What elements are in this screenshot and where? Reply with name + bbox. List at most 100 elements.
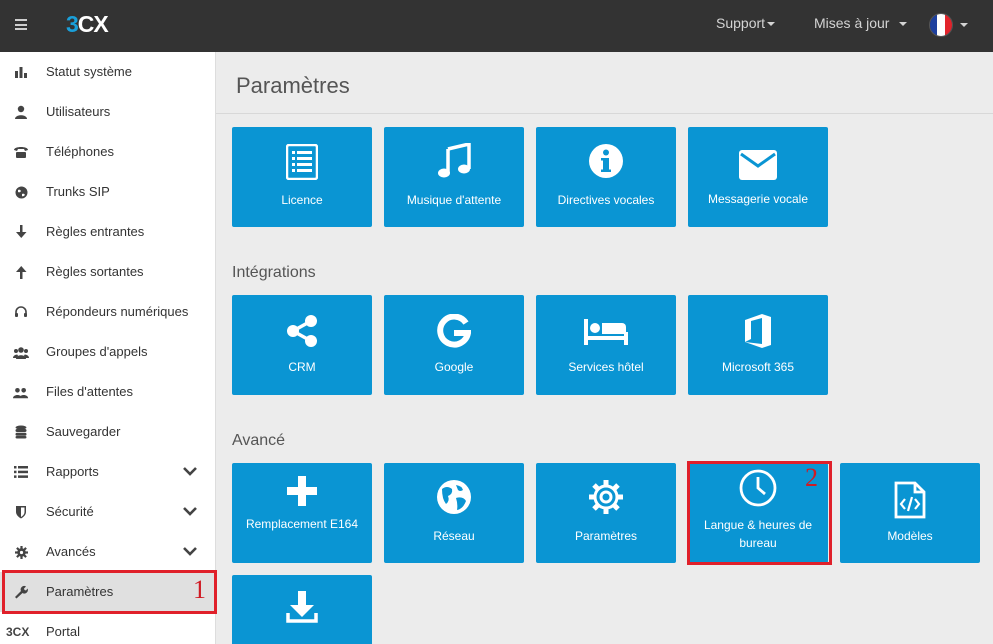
tile-label: Modèles [887, 529, 933, 543]
tile-e164-replacement[interactable]: Remplacement E164 [232, 463, 372, 563]
sidebar-item-label: Répondeurs numériques [46, 304, 189, 319]
user-icon [13, 104, 29, 120]
updates-menu[interactable]: Mises à jour [814, 15, 908, 31]
tile-label: Microsoft 365 [721, 360, 795, 374]
caret-down-icon [899, 22, 908, 27]
arrow-down-icon [13, 224, 29, 240]
envelope-icon [739, 150, 777, 180]
code-file-icon [894, 481, 926, 519]
tile-label: Réseau [433, 529, 475, 543]
info-icon [589, 144, 623, 178]
tile-voice-prompts[interactable]: Directives vocales [536, 127, 676, 227]
office-icon [745, 314, 771, 348]
caret-down-icon [767, 22, 776, 27]
music-icon [438, 143, 471, 178]
divider [216, 113, 993, 114]
arrow-up-icon [13, 264, 29, 280]
sidebar-item-label: Sécurité [46, 504, 94, 519]
list-icon [13, 464, 29, 480]
earth-icon [437, 480, 471, 514]
plus-icon [287, 476, 317, 506]
main-content: Paramètres Licence Musique d'attente Dir… [216, 52, 993, 644]
sidebar-item-call-queues[interactable]: Files d'attentes [0, 372, 215, 412]
headset-icon [13, 304, 29, 320]
tile-network[interactable]: Réseau [384, 463, 524, 563]
license-list-icon [286, 144, 318, 180]
tile-license[interactable]: Licence [232, 127, 372, 227]
sidebar-item-label: Règles entrantes [46, 224, 145, 239]
tile-label: Google [434, 360, 474, 374]
sidebar-item-sip-trunks[interactable]: Trunks SIP [0, 172, 215, 212]
sidebar-item-label: Téléphones [46, 144, 114, 159]
support-menu[interactable]: Support [716, 15, 776, 31]
sidebar-item-phones[interactable]: Téléphones [0, 132, 215, 172]
sidebar-item-label: Sauvegarder [46, 424, 121, 439]
annotation-marker-1: 1 [193, 575, 206, 604]
tile-label: Remplacement E164 [245, 517, 359, 531]
chevron-down-icon[interactable] [183, 544, 197, 558]
group-icon [13, 344, 29, 360]
tile-hotel-services[interactable]: Services hôtel [536, 295, 676, 395]
google-icon [437, 314, 471, 348]
sidebar-item-advanced[interactable]: Avancés [0, 532, 215, 572]
annotation-highlight-1 [2, 570, 217, 614]
page-title: Paramètres [236, 73, 350, 98]
language-flag-icon[interactable] [929, 13, 953, 37]
sidebar-item-label: Trunks SIP [46, 184, 110, 199]
gear-icon [13, 544, 29, 560]
tile-voicemail[interactable]: Messagerie vocale [688, 127, 828, 227]
caret-down-icon[interactable] [960, 23, 968, 27]
users-icon [13, 384, 29, 400]
menu-icon[interactable] [15, 19, 27, 30]
bed-icon [584, 319, 628, 345]
tile-music-on-hold[interactable]: Musique d'attente [384, 127, 524, 227]
sidebar-item-label: Statut système [46, 64, 132, 79]
bar-chart-icon [13, 64, 29, 80]
sidebar-item-label: Avancés [46, 544, 96, 559]
tile-label: Licence [281, 193, 323, 207]
sidebar-item-label: Files d'attentes [46, 384, 134, 399]
tile-google[interactable]: Google [384, 295, 524, 395]
sidebar-item-label: Utilisateurs [46, 104, 111, 119]
chevron-down-icon[interactable] [183, 504, 197, 518]
tile-download[interactable] [232, 575, 372, 644]
sidebar-item-ring-groups[interactable]: Groupes d'appels [0, 332, 215, 372]
sidebar-item-inbound-rules[interactable]: Règles entrantes [0, 212, 215, 252]
sidebar-item-label: Rapports [46, 464, 99, 479]
download-icon [286, 591, 318, 623]
annotation-marker-2: 2 [805, 463, 818, 492]
section-title-integrations: Intégrations [232, 264, 316, 281]
globe-icon [13, 184, 29, 200]
cog-icon [589, 480, 623, 514]
tile-microsoft-365[interactable]: Microsoft 365 [688, 295, 828, 395]
sidebar-item-digital-receptionists[interactable]: Répondeurs numériques [0, 292, 215, 332]
tile-crm[interactable]: CRM [232, 295, 372, 395]
tile-templates[interactable]: Modèles [840, 463, 980, 563]
share-icon [287, 315, 317, 347]
sidebar-item-security[interactable]: Sécurité [0, 492, 215, 532]
sidebar-item-label: Portal [46, 624, 80, 639]
sidebar: Statut système Utilisateurs Téléphones T… [0, 52, 216, 644]
sidebar-item-outbound-rules[interactable]: Règles sortantes [0, 252, 215, 292]
sidebar-item-label: Règles sortantes [46, 264, 144, 279]
3cx-icon: 3CX [6, 625, 30, 639]
shield-icon [13, 504, 29, 520]
phone-icon [13, 144, 29, 160]
section-title-advanced: Avancé [232, 432, 286, 449]
sidebar-item-reports[interactable]: Rapports [0, 452, 215, 492]
database-icon [13, 424, 29, 440]
sidebar-item-backup[interactable]: Sauvegarder [0, 412, 215, 452]
sidebar-item-portal[interactable]: 3CX Portal [0, 612, 215, 644]
tile-label: Directives vocales [557, 193, 655, 207]
tile-label: Musique d'attente [406, 193, 502, 207]
tile-label: Services hôtel [568, 360, 644, 374]
tile-label: CRM [288, 360, 316, 374]
tile-label: Messagerie vocale [707, 192, 809, 206]
sidebar-item-label: Groupes d'appels [46, 344, 148, 359]
logo[interactable]: 3CX [66, 11, 109, 38]
sidebar-item-users[interactable]: Utilisateurs [0, 92, 215, 132]
tile-parameters[interactable]: Paramètres [536, 463, 676, 563]
tile-label: Paramètres [574, 529, 638, 543]
chevron-down-icon[interactable] [183, 464, 197, 478]
sidebar-item-system-status[interactable]: Statut système [0, 52, 215, 92]
